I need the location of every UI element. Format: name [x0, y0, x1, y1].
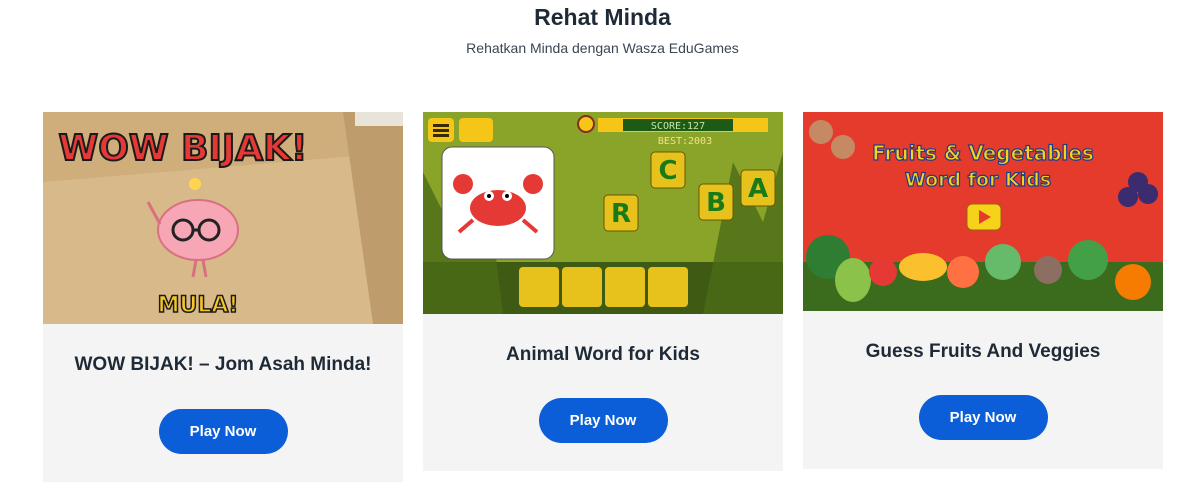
fruits-heading-line1: Fruits & Vegetables	[872, 141, 1094, 165]
timer-icon	[577, 115, 595, 133]
page-header: Rehat Minda Rehatkan Minda dengan Wasza …	[0, 0, 1183, 56]
wow-bijak-illustration: WOW BIJAK! MULA!	[43, 112, 403, 324]
game-card-fruits-veggies: Fruits & Vegetables Word for Kids Guess …	[803, 112, 1163, 469]
game-card-wow-bijak: WOW BIJAK! MULA! WOW BIJAK! – Jom Asah M…	[43, 112, 403, 482]
page-title: Rehat Minda	[534, 4, 671, 30]
mula-start-text: MULA!	[158, 293, 239, 318]
game-card-animal-word: SCORE:127 BEST:2003 C R B A Animal Word …	[423, 112, 783, 471]
best-score-text: BEST:2003	[658, 136, 712, 147]
svg-text:B: B	[706, 188, 726, 218]
play-now-button[interactable]: Play Now	[918, 395, 1048, 440]
fruits-heading-line2: Word for Kids	[905, 169, 1051, 191]
animal-word-illustration: SCORE:127 BEST:2003 C R B A	[423, 112, 783, 314]
game-thumbnail-wow-bijak[interactable]: WOW BIJAK! MULA!	[43, 112, 403, 324]
wow-bijak-logo-text: WOW BIJAK!	[59, 128, 308, 169]
card-title: WOW BIJAK! – Jom Asah Minda!	[74, 354, 372, 375]
svg-text:C: C	[658, 156, 677, 186]
play-now-button[interactable]: Play Now	[538, 398, 668, 443]
sound-icon	[459, 118, 493, 142]
svg-text:A: A	[748, 174, 768, 204]
fruits-veggies-illustration: Fruits & Vegetables Word for Kids	[803, 112, 1163, 311]
page-subtitle: Rehatkan Minda dengan Wasza EduGames	[466, 40, 739, 56]
game-thumbnail-fruits-veggies[interactable]: Fruits & Vegetables Word for Kids	[803, 112, 1163, 311]
card-title: Guess Fruits And Veggies	[865, 341, 1101, 362]
play-now-button[interactable]: Play Now	[158, 409, 288, 454]
card-title: Animal Word for Kids	[506, 344, 700, 365]
game-thumbnail-animal-word[interactable]: SCORE:127 BEST:2003 C R B A	[423, 112, 783, 314]
score-text: SCORE:127	[651, 121, 705, 132]
svg-text:R: R	[611, 199, 631, 229]
